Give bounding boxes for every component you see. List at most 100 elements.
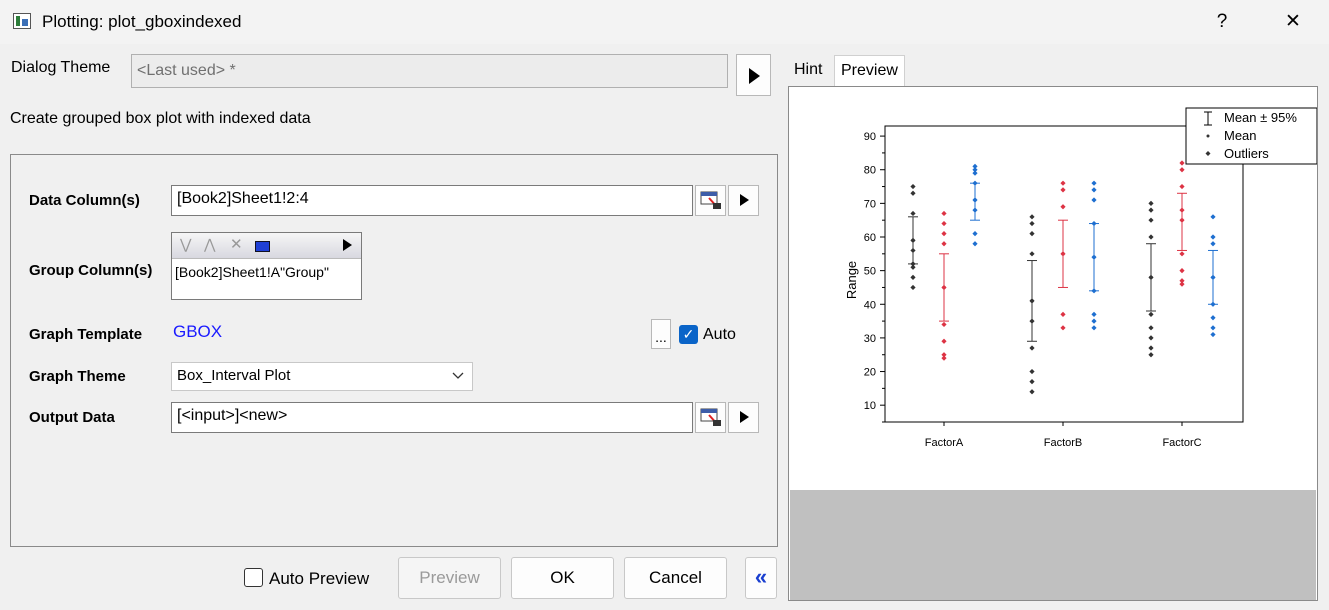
checkmark-icon: ✓	[682, 326, 695, 342]
dialog-theme-label: Dialog Theme	[11, 59, 111, 76]
data-point	[972, 180, 978, 186]
y-tick-label: 50	[864, 266, 876, 278]
data-columns-label: Data Column(s)	[29, 192, 140, 209]
data-point	[1029, 214, 1035, 220]
graph-template-link[interactable]: GBOX	[173, 322, 222, 342]
arrow-right-icon	[740, 411, 749, 423]
template-browse-button[interactable]: ...	[651, 319, 671, 349]
data-point	[1060, 325, 1066, 331]
select-range-icon[interactable]	[255, 241, 270, 252]
preview-gray-area	[790, 490, 1316, 600]
data-point	[910, 274, 916, 280]
data-point	[1029, 368, 1035, 375]
group-column-item[interactable]: [Book2]Sheet1!A"Group"	[175, 264, 329, 280]
data-point	[910, 183, 916, 190]
collapse-panel-button[interactable]: «	[745, 557, 777, 599]
data-point	[1148, 335, 1154, 341]
group-columns-listbox[interactable]: ⋁ ⋀ ✕ [Book2]Sheet1!A"Group"	[171, 232, 362, 300]
data-point	[1148, 217, 1154, 223]
data-point	[910, 264, 916, 270]
data-point	[1179, 268, 1185, 274]
data-point	[910, 284, 916, 291]
data-point	[1210, 325, 1216, 331]
move-down-icon[interactable]: ⋁	[180, 236, 191, 253]
dialog-theme-field[interactable]: <Last used> *	[131, 54, 728, 88]
output-data-input[interactable]: [<input>]<new>	[171, 402, 693, 433]
arrow-right-icon[interactable]	[343, 239, 352, 251]
data-point	[972, 197, 978, 203]
arrow-right-icon	[749, 68, 760, 84]
data-point	[1179, 251, 1185, 257]
preview-button[interactable]: Preview	[398, 557, 501, 599]
data-point	[1029, 231, 1035, 237]
graph-theme-select[interactable]: Box_Interval Plot	[171, 362, 473, 391]
data-point	[1029, 251, 1035, 257]
data-point	[1091, 187, 1097, 193]
data-point	[941, 355, 947, 361]
data-point	[1210, 301, 1216, 307]
close-button[interactable]: ✕	[1278, 8, 1308, 36]
data-point	[972, 170, 978, 176]
group-columns-label: Group Column(s)	[29, 262, 153, 279]
data-point	[972, 231, 978, 237]
data-columns-menu-button[interactable]	[728, 185, 759, 216]
data-point	[1148, 207, 1154, 213]
auto-preview-checkbox[interactable]	[244, 568, 263, 587]
listbox-toolbar: ⋁ ⋀ ✕	[172, 233, 361, 259]
tab-preview[interactable]: Preview	[834, 55, 905, 87]
data-point	[1060, 204, 1066, 210]
output-data-menu-button[interactable]	[728, 402, 759, 433]
x-tick-label: FactorC	[1162, 437, 1201, 449]
data-point	[1179, 160, 1185, 166]
data-point	[1148, 200, 1154, 206]
data-point	[1060, 180, 1066, 186]
output-select-button[interactable]	[695, 402, 726, 433]
data-point	[1029, 379, 1035, 385]
data-point	[972, 241, 978, 247]
data-point	[1060, 251, 1066, 257]
data-point	[1179, 167, 1185, 173]
y-tick-label: 40	[864, 299, 876, 311]
data-point	[1148, 234, 1154, 240]
data-point	[1148, 352, 1154, 358]
remove-icon[interactable]: ✕	[230, 235, 243, 253]
help-button[interactable]: ?	[1207, 8, 1237, 36]
graph-theme-label: Graph Theme	[29, 368, 126, 385]
data-point	[1210, 274, 1216, 280]
data-point	[1029, 318, 1035, 324]
y-axis-title: Range	[844, 261, 859, 299]
data-point	[1179, 183, 1185, 190]
legend-symbol-mean	[1206, 134, 1210, 138]
data-point	[910, 210, 916, 217]
data-point	[1029, 389, 1035, 395]
y-tick-label: 10	[864, 400, 876, 412]
cancel-button[interactable]: Cancel	[624, 557, 727, 599]
data-columns-input[interactable]: [Book2]Sheet1!2:4	[171, 185, 693, 216]
ok-button[interactable]: OK	[511, 557, 614, 599]
data-point	[941, 210, 947, 217]
data-point	[972, 207, 978, 213]
select-range-button[interactable]	[695, 185, 726, 216]
move-up-icon[interactable]: ⋀	[204, 236, 215, 253]
range-select-icon	[700, 408, 721, 426]
data-point	[1210, 315, 1216, 321]
data-point	[1148, 345, 1154, 351]
tab-hint[interactable]: Hint	[788, 55, 834, 87]
data-point	[1091, 180, 1097, 186]
data-point	[1091, 325, 1097, 331]
data-point	[941, 338, 947, 344]
x-tick-label: FactorA	[925, 437, 964, 449]
y-tick-label: 60	[864, 232, 876, 244]
data-point	[941, 321, 947, 328]
graph-template-label: Graph Template	[29, 326, 143, 343]
data-point	[1029, 220, 1035, 227]
y-tick-label: 80	[864, 165, 876, 177]
theme-menu-button[interactable]	[736, 54, 771, 96]
data-point	[1060, 187, 1066, 193]
data-point	[941, 231, 947, 237]
data-point	[941, 220, 947, 227]
output-data-label: Output Data	[29, 409, 115, 426]
chevron-down-icon	[452, 372, 464, 379]
legend-label-mean: Mean	[1224, 128, 1257, 143]
auto-checkbox[interactable]: ✓	[679, 325, 698, 344]
